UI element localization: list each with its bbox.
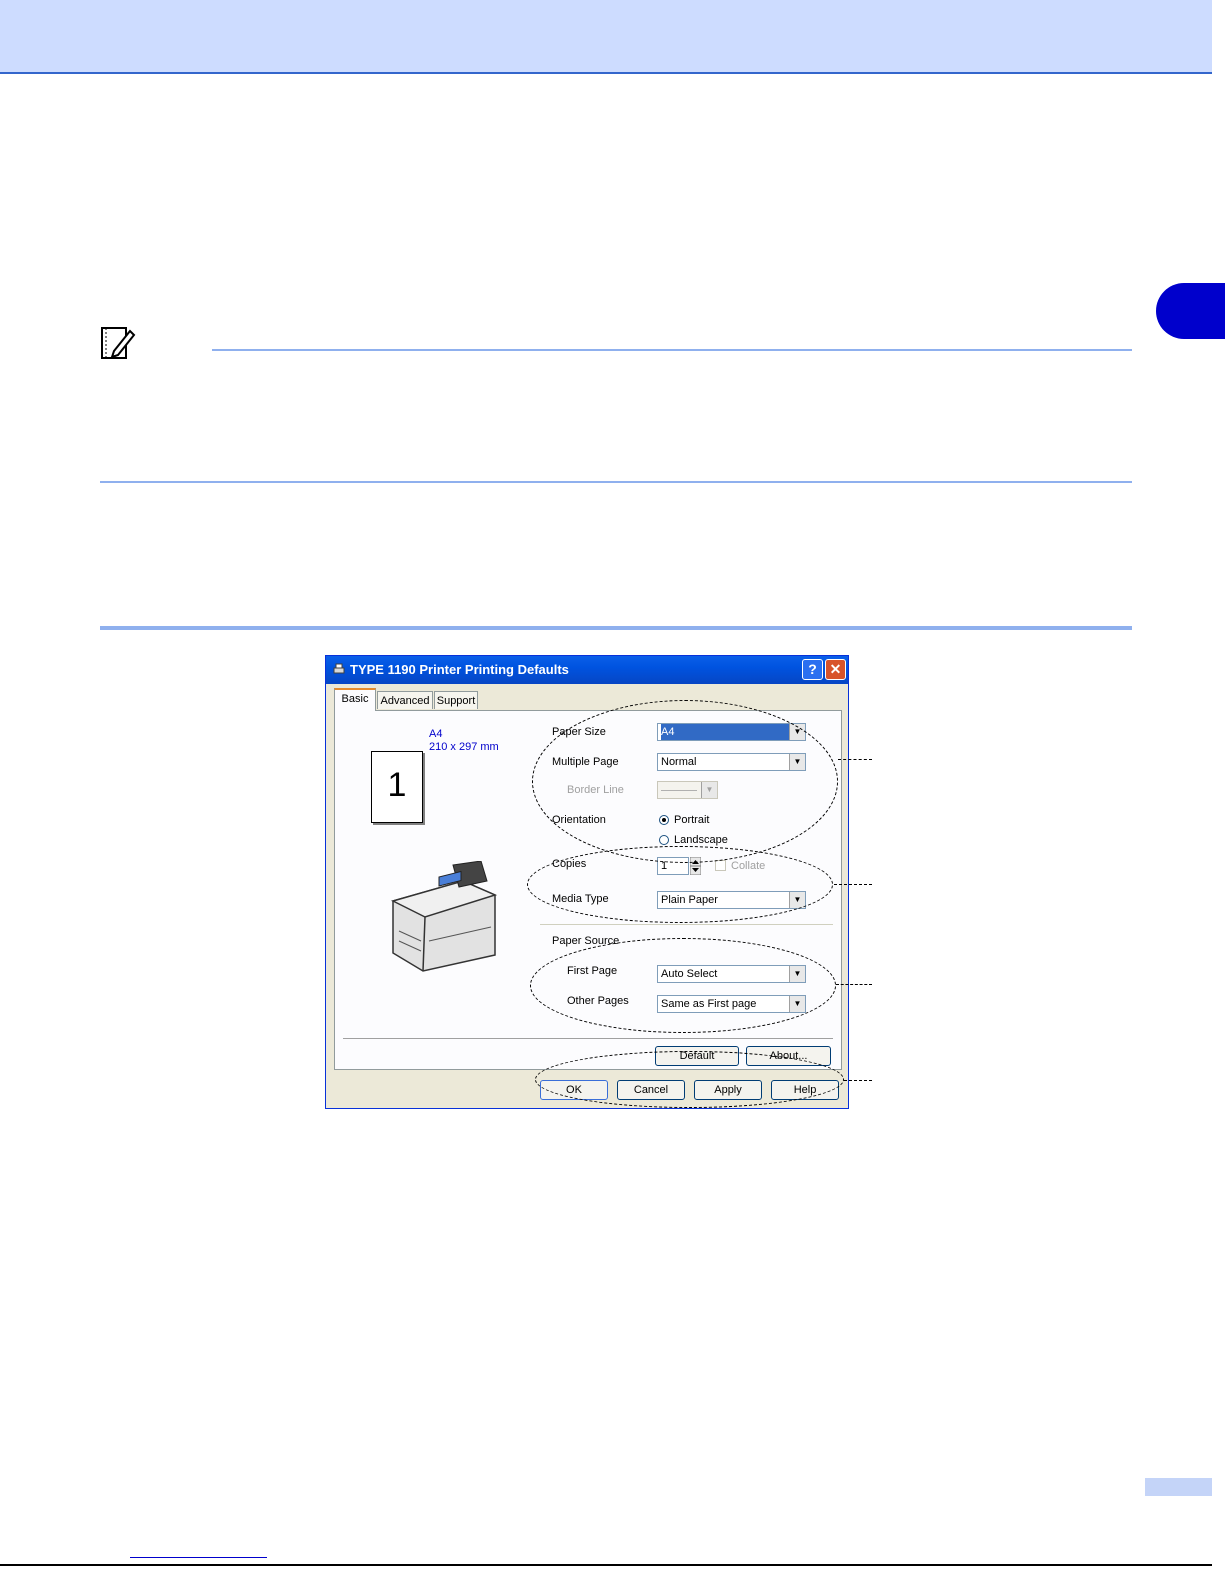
separator — [540, 924, 833, 925]
dialog-titlebar[interactable]: TYPE 1190 Printer Printing Defaults ? ✕ — [326, 656, 848, 684]
paper-size-value: A4 — [661, 724, 789, 740]
printing-defaults-dialog: TYPE 1190 Printer Printing Defaults ? ✕ … — [325, 655, 849, 1109]
help-title-button[interactable]: ? — [802, 659, 823, 680]
copies-input[interactable]: 1 — [657, 857, 689, 875]
section-rule — [100, 626, 1132, 630]
chevron-down-icon[interactable]: ▼ — [789, 892, 805, 908]
copies-spinner[interactable] — [690, 857, 701, 875]
multiple-page-label: Multiple Page — [552, 756, 619, 768]
first-page-value: Auto Select — [661, 968, 718, 980]
chevron-down-icon[interactable]: ▼ — [789, 966, 805, 982]
page-preview: 1 — [371, 751, 423, 823]
callout-leader — [838, 759, 872, 760]
tab-basic[interactable]: Basic — [334, 688, 376, 711]
printer-illustration — [390, 861, 498, 972]
border-line-preview — [661, 789, 697, 791]
tab-advanced[interactable]: Advanced — [377, 691, 433, 709]
chevron-down-icon[interactable]: ▼ — [789, 724, 805, 740]
chevron-down-icon[interactable]: ▼ — [789, 754, 805, 770]
cancel-button[interactable]: Cancel — [617, 1080, 685, 1100]
chevron-down-icon[interactable]: ▼ — [701, 782, 717, 798]
note-pencil-icon — [101, 327, 136, 359]
note-bottom-rule — [100, 481, 1132, 483]
landscape-radio[interactable] — [659, 835, 669, 845]
page-header-band — [0, 0, 1212, 74]
media-type-label: Media Type — [552, 893, 609, 905]
collate-checkbox[interactable] — [715, 860, 726, 871]
first-page-label: First Page — [567, 965, 618, 977]
preview-size-name: A4 — [429, 728, 443, 740]
apply-button[interactable]: Apply — [694, 1080, 762, 1100]
media-type-value: Plain Paper — [661, 894, 718, 906]
portrait-label[interactable]: Portrait — [674, 814, 709, 826]
callout-leader — [834, 884, 872, 885]
page-preview-number: 1 — [387, 766, 407, 804]
about-button[interactable]: About... — [746, 1046, 831, 1066]
footer-link-underline[interactable] — [130, 1557, 267, 1558]
chapter-tab — [1156, 283, 1225, 339]
border-line-label: Border Line — [567, 784, 624, 796]
footer-rule — [0, 1564, 1212, 1566]
other-pages-value: Same as First page — [661, 998, 757, 1010]
media-type-select[interactable]: Plain Paper ▼ — [657, 891, 806, 909]
other-pages-label: Other Pages — [567, 995, 629, 1007]
collate-label[interactable]: Collate — [731, 860, 765, 872]
portrait-radio[interactable] — [659, 815, 669, 825]
callout-leader — [844, 1080, 872, 1081]
orientation-label: Orientation — [552, 814, 606, 826]
tab-support[interactable]: Support — [434, 691, 478, 709]
printer-icon — [333, 663, 345, 674]
paper-size-label: Paper Size — [552, 726, 606, 738]
note-top-rule — [212, 349, 1132, 351]
close-title-button[interactable]: ✕ — [825, 659, 846, 680]
multiple-page-value: Normal — [661, 756, 697, 768]
preview-size-dims: 210 x 297 mm — [429, 741, 499, 753]
separator — [343, 1038, 833, 1039]
default-button[interactable]: Default — [655, 1046, 739, 1066]
chevron-down-icon[interactable]: ▼ — [789, 996, 805, 1012]
basic-tab-panel: 1 A4 210 x 297 mm Paper Size A4 ▼ Multip… — [334, 710, 842, 1070]
first-page-select[interactable]: Auto Select ▼ — [657, 965, 806, 983]
other-pages-select[interactable]: Same as First page ▼ — [657, 995, 806, 1013]
help-button[interactable]: Help — [771, 1080, 839, 1100]
dialog-title: TYPE 1190 Printer Printing Defaults — [350, 662, 569, 677]
copies-value: 1 — [661, 860, 668, 872]
multiple-page-select[interactable]: Normal ▼ — [657, 753, 806, 771]
page-number-tab — [1145, 1478, 1212, 1496]
callout-leader — [836, 984, 872, 985]
border-line-select[interactable]: ▼ — [657, 781, 718, 799]
ok-button[interactable]: OK — [540, 1080, 608, 1100]
paper-size-select[interactable]: A4 ▼ — [657, 723, 806, 741]
copies-label: Copies — [552, 858, 587, 870]
landscape-label[interactable]: Landscape — [674, 834, 728, 846]
paper-source-label: Paper Source — [552, 935, 620, 947]
